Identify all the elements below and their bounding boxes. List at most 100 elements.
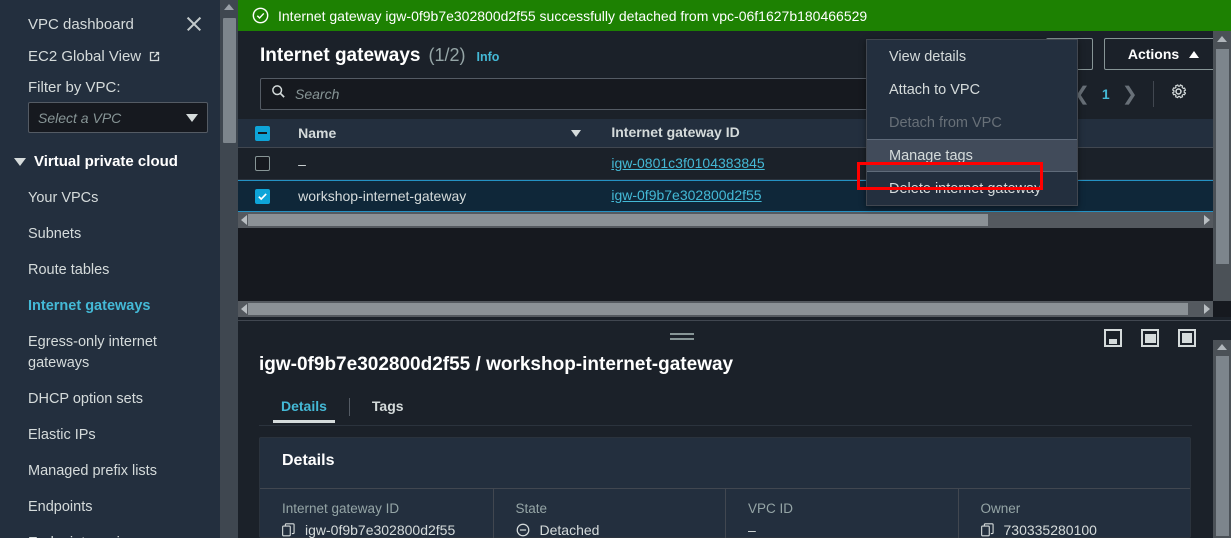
search-placeholder: Search (295, 86, 340, 102)
detail-field-value-row: 730335280100 (980, 522, 1191, 538)
row-checkbox[interactable] (254, 156, 270, 171)
table-scrollbar-thumb[interactable] (248, 214, 988, 226)
close-icon[interactable] (184, 14, 204, 34)
details-card: Details Internet gateway ID igw-0f9b7e30… (259, 437, 1191, 538)
row-checkbox-cell (238, 188, 286, 204)
detail-vertical-scrollbar-thumb[interactable] (1216, 356, 1229, 536)
detail-field-value-row: Detached (516, 522, 726, 538)
menu-item-delete-internet-gateway[interactable]: Delete internet gateway (867, 172, 1077, 205)
select-all-checkbox[interactable] (254, 125, 270, 141)
menu-item-label: Delete internet gateway (889, 180, 1042, 197)
detail-field-label: VPC ID (748, 501, 794, 516)
outer-horizontal-scrollbar[interactable] (238, 301, 1213, 317)
chevron-down-icon (186, 113, 198, 122)
scroll-up-icon[interactable] (1217, 36, 1227, 42)
chevron-right-icon[interactable]: ❯ (1122, 85, 1138, 104)
page-title: Internet gateways (260, 45, 421, 66)
split-panel-full-icon[interactable] (1178, 329, 1196, 347)
page-number[interactable]: 1 (1102, 86, 1110, 102)
tabs-underline (259, 425, 1192, 426)
row-igw-id-link[interactable]: igw-0f9b7e302800d2f55 (611, 187, 761, 203)
sidebar-item-route-tables[interactable]: Route tables (0, 252, 220, 288)
row-checkbox[interactable] (254, 188, 270, 204)
detail-field-value-row: – (748, 522, 958, 538)
sidebar-item-elastic-ips[interactable]: Elastic IPs (0, 417, 220, 453)
scroll-left-icon[interactable] (241, 215, 247, 225)
sidebar-scrollbar[interactable] (220, 0, 238, 538)
ec2-global-view-label: EC2 Global View (28, 48, 142, 65)
detail-field-label: State (515, 501, 548, 516)
copy-icon[interactable] (980, 523, 994, 537)
detail-field-value: Detached (539, 522, 600, 538)
sort-descending-icon[interactable] (571, 129, 582, 137)
vpc-dashboard-link[interactable]: VPC dashboard (28, 16, 134, 33)
detail-field-label: Internet gateway ID (282, 501, 400, 516)
detail-field-vpc-id: VPC ID – (725, 489, 958, 538)
actions-dropdown-menu[interactable]: View details Attach to VPC Detach from V… (866, 39, 1078, 206)
detail-field-value-row: igw-0f9b7e302800d2f55 (282, 522, 493, 538)
table-empty-area (238, 228, 1213, 301)
filter-by-vpc-label: Filter by VPC: (28, 79, 121, 96)
detail-field-state: State Detached (492, 489, 726, 538)
table-vertical-scrollbar[interactable] (1213, 31, 1231, 317)
copy-icon[interactable] (282, 523, 295, 537)
gear-icon[interactable] (1169, 82, 1188, 106)
table-horizontal-scrollbar[interactable] (238, 212, 1213, 228)
scroll-right-icon[interactable] (1204, 304, 1210, 314)
sidebar-scrollbar-thumb[interactable] (223, 18, 236, 143)
table-vertical-scrollbar-thumb[interactable] (1216, 49, 1229, 264)
info-link[interactable]: Info (477, 50, 500, 64)
success-check-circle-icon (252, 7, 269, 24)
scroll-up-icon[interactable] (1217, 344, 1227, 350)
resource-count: (1/2) (428, 45, 466, 65)
row-name-cell: – (286, 156, 595, 172)
split-panel-bottom-icon[interactable] (1104, 329, 1122, 347)
sidebar-item-managed-prefix-lists[interactable]: Managed prefix lists (0, 453, 220, 489)
actions-button[interactable]: Actions (1104, 38, 1223, 70)
outer-scrollbar-thumb[interactable] (248, 303, 1188, 315)
menu-item-label: Detach from VPC (889, 114, 1002, 131)
detail-field-value: – (748, 522, 756, 538)
chevron-down-icon (14, 157, 26, 166)
sidebar-item-your-vpcs[interactable]: Your VPCs (0, 180, 220, 216)
column-header-name-label: Name (298, 125, 337, 141)
vpc-filter-placeholder: Select a VPC (38, 109, 122, 126)
row-igw-id-link[interactable]: igw-0801c3f0104383845 (611, 155, 764, 171)
vpc-filter-select[interactable]: Select a VPC (28, 102, 208, 133)
detail-panel-title: igw-0f9b7e302800d2f55 / workshop-interne… (259, 354, 734, 375)
row-name-value: workshop-internet-gateway (298, 188, 467, 204)
split-panel-side-icon[interactable] (1141, 329, 1159, 347)
scrollbar-corner (1213, 301, 1231, 317)
row-name-cell: workshop-internet-gateway (286, 188, 595, 204)
column-header-name[interactable]: Name (286, 125, 595, 141)
sidebar-group-virtual-private-cloud[interactable]: Virtual private cloud (0, 133, 220, 180)
main-content: Internet gateway igw-0f9b7e302800d2f55 s… (238, 0, 1231, 538)
menu-item-attach-to-vpc[interactable]: Attach to VPC (867, 73, 1077, 106)
select-all-checkbox-cell (238, 125, 286, 141)
resize-handle-icon[interactable] (670, 333, 694, 341)
sidebar-group-label: Virtual private cloud (34, 153, 178, 170)
menu-item-view-details[interactable]: View details (867, 40, 1077, 73)
details-fields: Internet gateway ID igw-0f9b7e302800d2f5… (260, 489, 1190, 538)
tab-details[interactable]: Details (259, 391, 349, 423)
sidebar-item-subnets[interactable]: Subnets (0, 216, 220, 252)
detail-field-value: igw-0f9b7e302800d2f55 (305, 522, 456, 538)
sidebar-item-endpoints[interactable]: Endpoints (0, 489, 220, 525)
detail-vertical-scrollbar[interactable] (1213, 340, 1231, 538)
ec2-global-view-link[interactable]: EC2 Global View (0, 44, 220, 69)
detail-field-label: Owner (980, 501, 1021, 516)
menu-item-manage-tags[interactable]: Manage tags (867, 139, 1077, 172)
success-notification-message: Internet gateway igw-0f9b7e302800d2f55 s… (278, 7, 868, 24)
search-icon (271, 84, 286, 104)
menu-item-detach-from-vpc: Detach from VPC (867, 106, 1077, 139)
sidebar-item-egress-only-internet-gateways[interactable]: Egress-only internet gateways (0, 324, 220, 381)
tab-tags[interactable]: Tags (350, 391, 426, 423)
chevron-up-icon (1189, 50, 1200, 58)
scroll-left-icon[interactable] (241, 304, 247, 314)
scroll-up-icon[interactable] (224, 4, 234, 10)
row-name-value: – (298, 155, 306, 172)
scroll-right-icon[interactable] (1204, 215, 1210, 225)
sidebar-item-endpoint-services[interactable]: Endpoint services (0, 525, 220, 538)
sidebar-item-internet-gateways[interactable]: Internet gateways (0, 288, 220, 324)
sidebar-item-dhcp-option-sets[interactable]: DHCP option sets (0, 381, 220, 417)
